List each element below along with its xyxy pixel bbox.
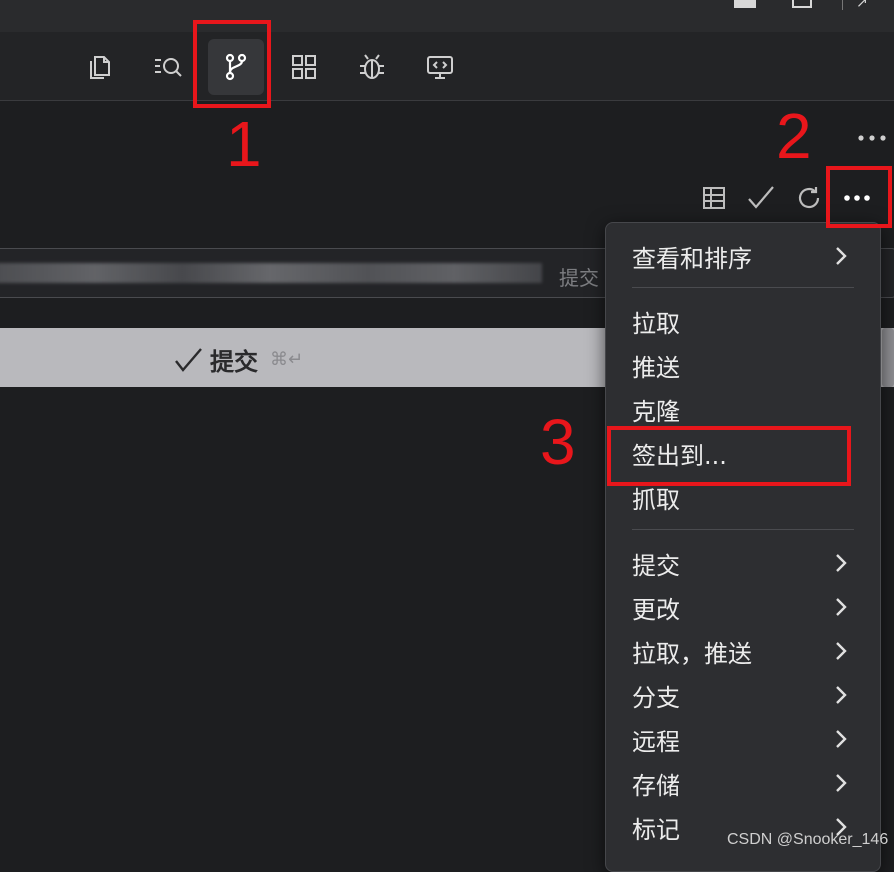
menu-item-push[interactable]: 推送: [632, 345, 856, 385]
menu-item-pull-push[interactable]: 拉取，推送: [632, 631, 856, 671]
annotation-number-1: 1: [226, 108, 262, 180]
check-icon: [175, 347, 202, 372]
menu-item-pull[interactable]: 拉取: [632, 301, 856, 341]
close-icon[interactable]: ↗: [856, 0, 886, 10]
watermark: CSDN @Snooker_146: [727, 831, 889, 848]
activity-bar: [0, 32, 894, 101]
chevron-right-icon: [836, 774, 847, 792]
minimize-icon[interactable]: [734, 0, 756, 8]
extensions-icon: [292, 55, 316, 79]
annotation-number-3: 3: [540, 406, 576, 478]
menu-separator: [632, 529, 854, 530]
view-as-tree-button[interactable]: [699, 183, 729, 213]
commit-button-label: 提交: [210, 348, 258, 376]
title-bar: ↗: [0, 0, 894, 32]
menu-item-label: 标记: [632, 815, 680, 844]
menu-item-label: 拉取: [632, 309, 680, 338]
activity-search[interactable]: [140, 39, 196, 95]
menu-item-changes[interactable]: 更改: [632, 587, 856, 627]
commit-input-placeholder: 提交: [559, 266, 599, 290]
menu-item-remote[interactable]: 远程: [632, 719, 856, 759]
search-icon: [155, 58, 182, 77]
menu-item-label: 更改: [632, 595, 680, 624]
views-more-icon[interactable]: [856, 128, 888, 148]
chevron-right-icon: [836, 247, 847, 265]
menu-item-label: 查看和排序: [632, 244, 752, 273]
annotation-number-2: 2: [776, 100, 812, 172]
refresh-button[interactable]: [794, 183, 824, 213]
menu-item-label: 存储: [632, 771, 680, 800]
menu-item-label: 拉取，推送: [632, 639, 752, 668]
more-actions-menu: 查看和排序 拉取 推送 克隆 签出到... 抓取 提交 更改 拉取，推送 分支 …: [605, 222, 881, 872]
activity-remote[interactable]: [412, 39, 468, 95]
title-divider: [842, 0, 843, 10]
commit-shortcut: ⌘↵: [270, 349, 304, 370]
menu-item-clone[interactable]: 克隆: [632, 389, 856, 429]
scrollbar[interactable]: [882, 328, 894, 387]
menu-item-label: 分支: [632, 683, 680, 712]
menu-item-commit[interactable]: 提交: [632, 543, 856, 583]
menu-separator: [632, 287, 854, 288]
menu-item-label: 推送: [632, 353, 680, 382]
annotation-box-2: [826, 166, 892, 228]
menu-item-branch[interactable]: 分支: [632, 675, 856, 715]
menu-item-label: 远程: [632, 727, 680, 756]
remote-explorer-icon: [427, 56, 453, 79]
activity-explorer[interactable]: [72, 39, 128, 95]
refresh-icon: [798, 187, 820, 209]
menu-item-view-sort[interactable]: 查看和排序: [632, 236, 856, 276]
menu-item-label: 提交: [632, 551, 680, 580]
blurred-message-text: [0, 263, 542, 283]
debug-icon: [360, 54, 384, 79]
activity-debug[interactable]: [344, 39, 400, 95]
menu-item-label: 克隆: [632, 397, 680, 426]
files-icon: [90, 56, 110, 79]
chevron-right-icon: [836, 598, 847, 616]
annotation-box-1: [193, 20, 271, 108]
check-icon: [748, 186, 774, 209]
annotation-box-3: [607, 426, 851, 486]
chevron-right-icon: [836, 686, 847, 704]
activity-extensions[interactable]: [276, 39, 332, 95]
maximize-icon[interactable]: [792, 0, 812, 8]
chevron-right-icon: [836, 730, 847, 748]
chevron-right-icon: [836, 554, 847, 572]
table-icon: [703, 187, 725, 209]
menu-item-stash[interactable]: 存储: [632, 763, 856, 803]
chevron-right-icon: [836, 642, 847, 660]
commit-check-button[interactable]: [746, 183, 776, 213]
